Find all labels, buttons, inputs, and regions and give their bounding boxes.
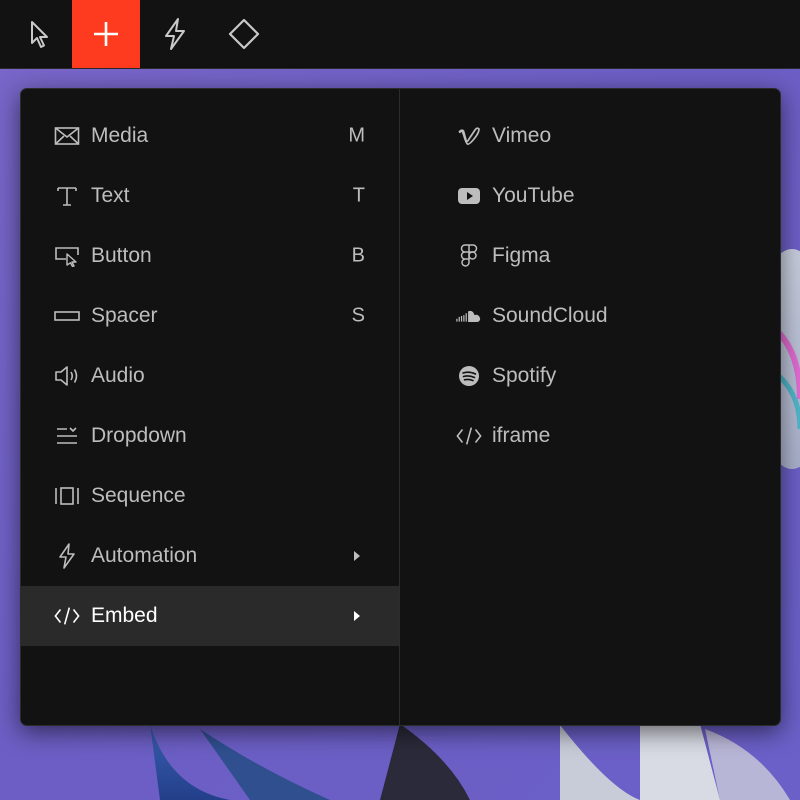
chevron-right-icon bbox=[354, 611, 360, 621]
shortcut-label: T bbox=[352, 184, 365, 207]
media-icon bbox=[54, 124, 80, 148]
soundcloud-icon bbox=[456, 304, 482, 328]
pointer-icon bbox=[31, 21, 48, 48]
menu-item-label: Text bbox=[91, 184, 130, 207]
menu-item-label: Automation bbox=[91, 544, 198, 567]
text-icon bbox=[54, 184, 80, 208]
vimeo-icon bbox=[456, 124, 482, 148]
submenu-item-soundcloud[interactable]: SoundCloud bbox=[400, 286, 780, 346]
menu-item-label: Dropdown bbox=[91, 424, 187, 447]
menu-item-text[interactable]: Text T bbox=[21, 166, 399, 226]
diamond-icon bbox=[228, 18, 260, 50]
insert-menu: Media M Text T Button B Spacer S Audio D… bbox=[20, 88, 781, 726]
menu-item-audio[interactable]: Audio bbox=[21, 346, 399, 406]
submenu-item-spotify[interactable]: Spotify bbox=[400, 346, 780, 406]
menu-item-label: Spacer bbox=[91, 304, 158, 327]
menu-item-dropdown[interactable]: Dropdown bbox=[21, 406, 399, 466]
submenu-item-label: Figma bbox=[492, 244, 551, 267]
toolbar bbox=[0, 0, 800, 69]
submenu-item-label: YouTube bbox=[492, 184, 575, 207]
embed-submenu: Vimeo YouTube Figma SoundCloud Spotify i… bbox=[400, 89, 780, 725]
menu-item-label: Button bbox=[91, 244, 152, 267]
pointer-tool-button[interactable] bbox=[6, 0, 74, 68]
dropdown-icon bbox=[54, 424, 80, 448]
shortcut-label: B bbox=[351, 244, 365, 267]
menu-item-embed[interactable]: Embed bbox=[21, 586, 399, 646]
menu-item-automation[interactable]: Automation bbox=[21, 526, 399, 586]
menu-item-label: Embed bbox=[91, 604, 158, 627]
shortcut-label: S bbox=[351, 304, 365, 327]
submenu-item-label: Spotify bbox=[492, 364, 557, 387]
element-list: Media M Text T Button B Spacer S Audio D… bbox=[21, 89, 399, 725]
automation-tool-button[interactable] bbox=[141, 0, 209, 68]
audio-icon bbox=[54, 364, 80, 388]
submenu-item-label: iframe bbox=[492, 424, 551, 447]
button-icon bbox=[54, 244, 80, 268]
menu-item-button[interactable]: Button B bbox=[21, 226, 399, 286]
lightning-icon bbox=[54, 543, 80, 569]
submenu-item-iframe[interactable]: iframe bbox=[400, 406, 780, 466]
submenu-item-vimeo[interactable]: Vimeo bbox=[400, 106, 780, 166]
menu-item-spacer[interactable]: Spacer S bbox=[21, 286, 399, 346]
spacer-icon bbox=[54, 304, 80, 328]
chevron-right-icon bbox=[354, 551, 360, 561]
submenu-item-youtube[interactable]: YouTube bbox=[400, 166, 780, 226]
menu-item-label: Audio bbox=[91, 364, 145, 387]
submenu-item-label: Vimeo bbox=[492, 124, 552, 147]
spotify-icon bbox=[456, 364, 482, 388]
shape-tool-button[interactable] bbox=[210, 0, 278, 68]
submenu-item-figma[interactable]: Figma bbox=[400, 226, 780, 286]
plus-icon bbox=[94, 22, 118, 46]
code-icon bbox=[54, 604, 80, 628]
menu-item-label: Sequence bbox=[91, 484, 186, 507]
menu-item-sequence[interactable]: Sequence bbox=[21, 466, 399, 526]
code-icon bbox=[456, 424, 482, 448]
youtube-icon bbox=[456, 184, 482, 208]
menu-item-label: Media bbox=[91, 124, 149, 147]
add-tool-button[interactable] bbox=[72, 0, 140, 68]
lightning-icon bbox=[165, 18, 185, 50]
figma-icon bbox=[456, 244, 482, 268]
sequence-icon bbox=[54, 484, 80, 508]
shortcut-label: M bbox=[348, 124, 365, 147]
menu-item-media[interactable]: Media M bbox=[21, 106, 399, 166]
submenu-item-label: SoundCloud bbox=[492, 304, 608, 327]
